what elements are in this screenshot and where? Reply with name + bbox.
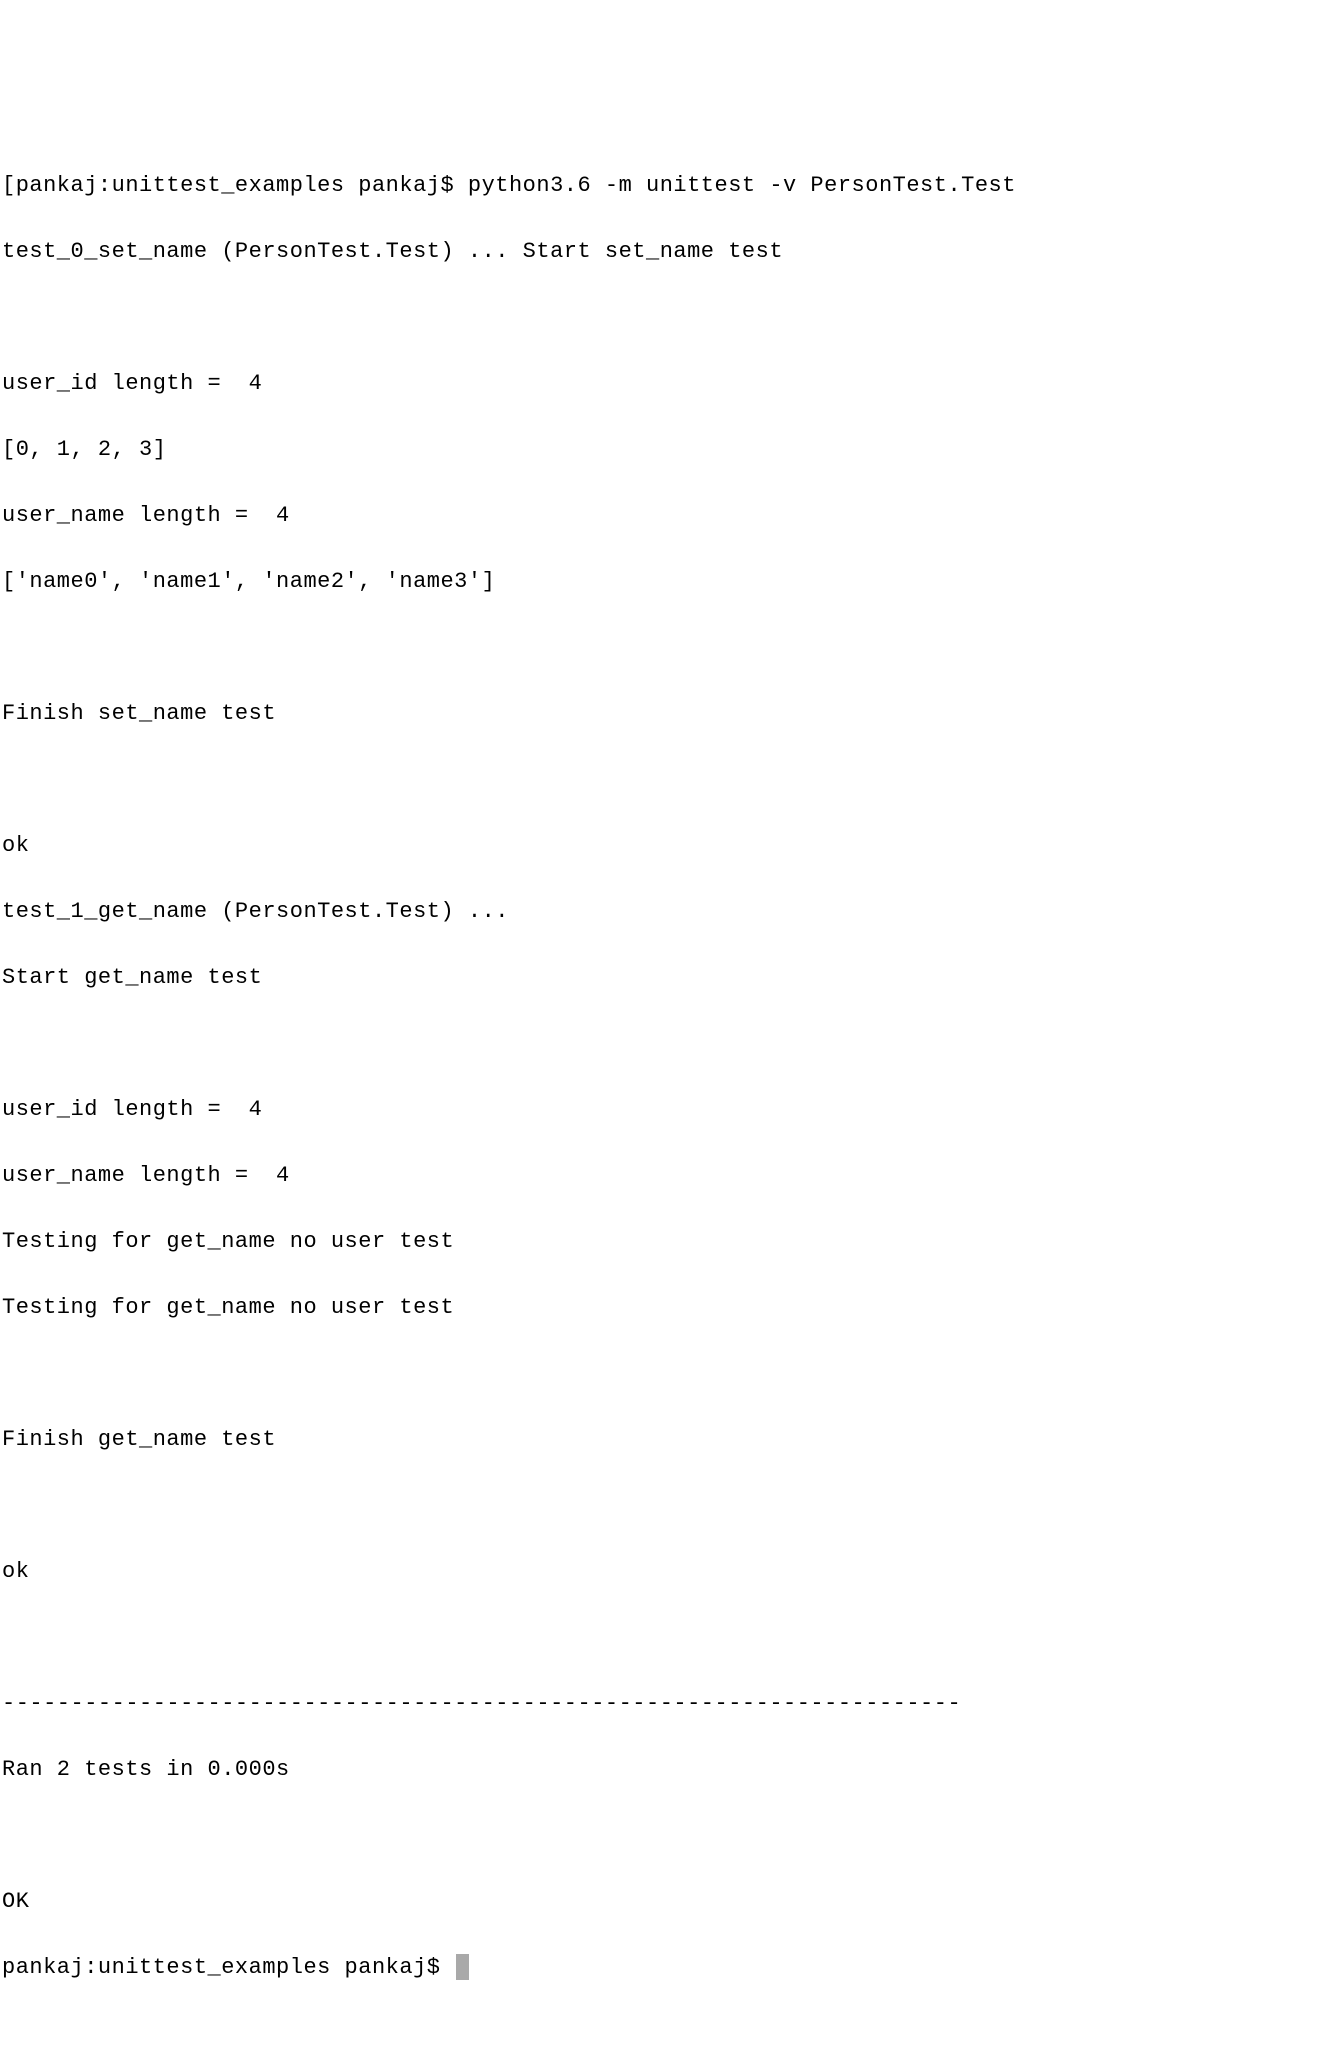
terminal-prompt-line: pankaj:unittest_examples pankaj$ xyxy=(2,1951,1330,1984)
terminal-line: Finish set_name test xyxy=(2,697,1330,730)
terminal-output[interactable]: [pankaj:unittest_examples pankaj$ python… xyxy=(2,136,1330,2017)
terminal-line: ['name0', 'name1', 'name2', 'name3'] xyxy=(2,565,1330,598)
terminal-line xyxy=(2,1489,1330,1522)
terminal-line: user_id length = 4 xyxy=(2,1093,1330,1126)
terminal-line: Start get_name test xyxy=(2,961,1330,994)
terminal-line: Finish get_name test xyxy=(2,1423,1330,1456)
terminal-line: ----------------------------------------… xyxy=(2,1687,1330,1720)
terminal-cursor[interactable] xyxy=(456,1954,469,1980)
terminal-line: ok xyxy=(2,1555,1330,1588)
terminal-line xyxy=(2,763,1330,796)
terminal-line: user_id length = 4 xyxy=(2,367,1330,400)
terminal-line: test_0_set_name (PersonTest.Test) ... St… xyxy=(2,235,1330,268)
terminal-line: Testing for get_name no user test xyxy=(2,1291,1330,1324)
terminal-line: user_name length = 4 xyxy=(2,499,1330,532)
terminal-line xyxy=(2,1357,1330,1390)
terminal-line xyxy=(2,631,1330,664)
terminal-line: [0, 1, 2, 3] xyxy=(2,433,1330,466)
terminal-line: Ran 2 tests in 0.000s xyxy=(2,1753,1330,1786)
terminal-line xyxy=(2,1621,1330,1654)
terminal-line xyxy=(2,1819,1330,1852)
terminal-line: user_name length = 4 xyxy=(2,1159,1330,1192)
terminal-line: test_1_get_name (PersonTest.Test) ... xyxy=(2,895,1330,928)
terminal-line xyxy=(2,1027,1330,1060)
terminal-line: Testing for get_name no user test xyxy=(2,1225,1330,1258)
terminal-line xyxy=(2,301,1330,334)
terminal-line: ok xyxy=(2,829,1330,862)
terminal-line: [pankaj:unittest_examples pankaj$ python… xyxy=(2,169,1330,202)
terminal-line: OK xyxy=(2,1885,1330,1918)
terminal-prompt: pankaj:unittest_examples pankaj$ xyxy=(2,1955,454,1980)
